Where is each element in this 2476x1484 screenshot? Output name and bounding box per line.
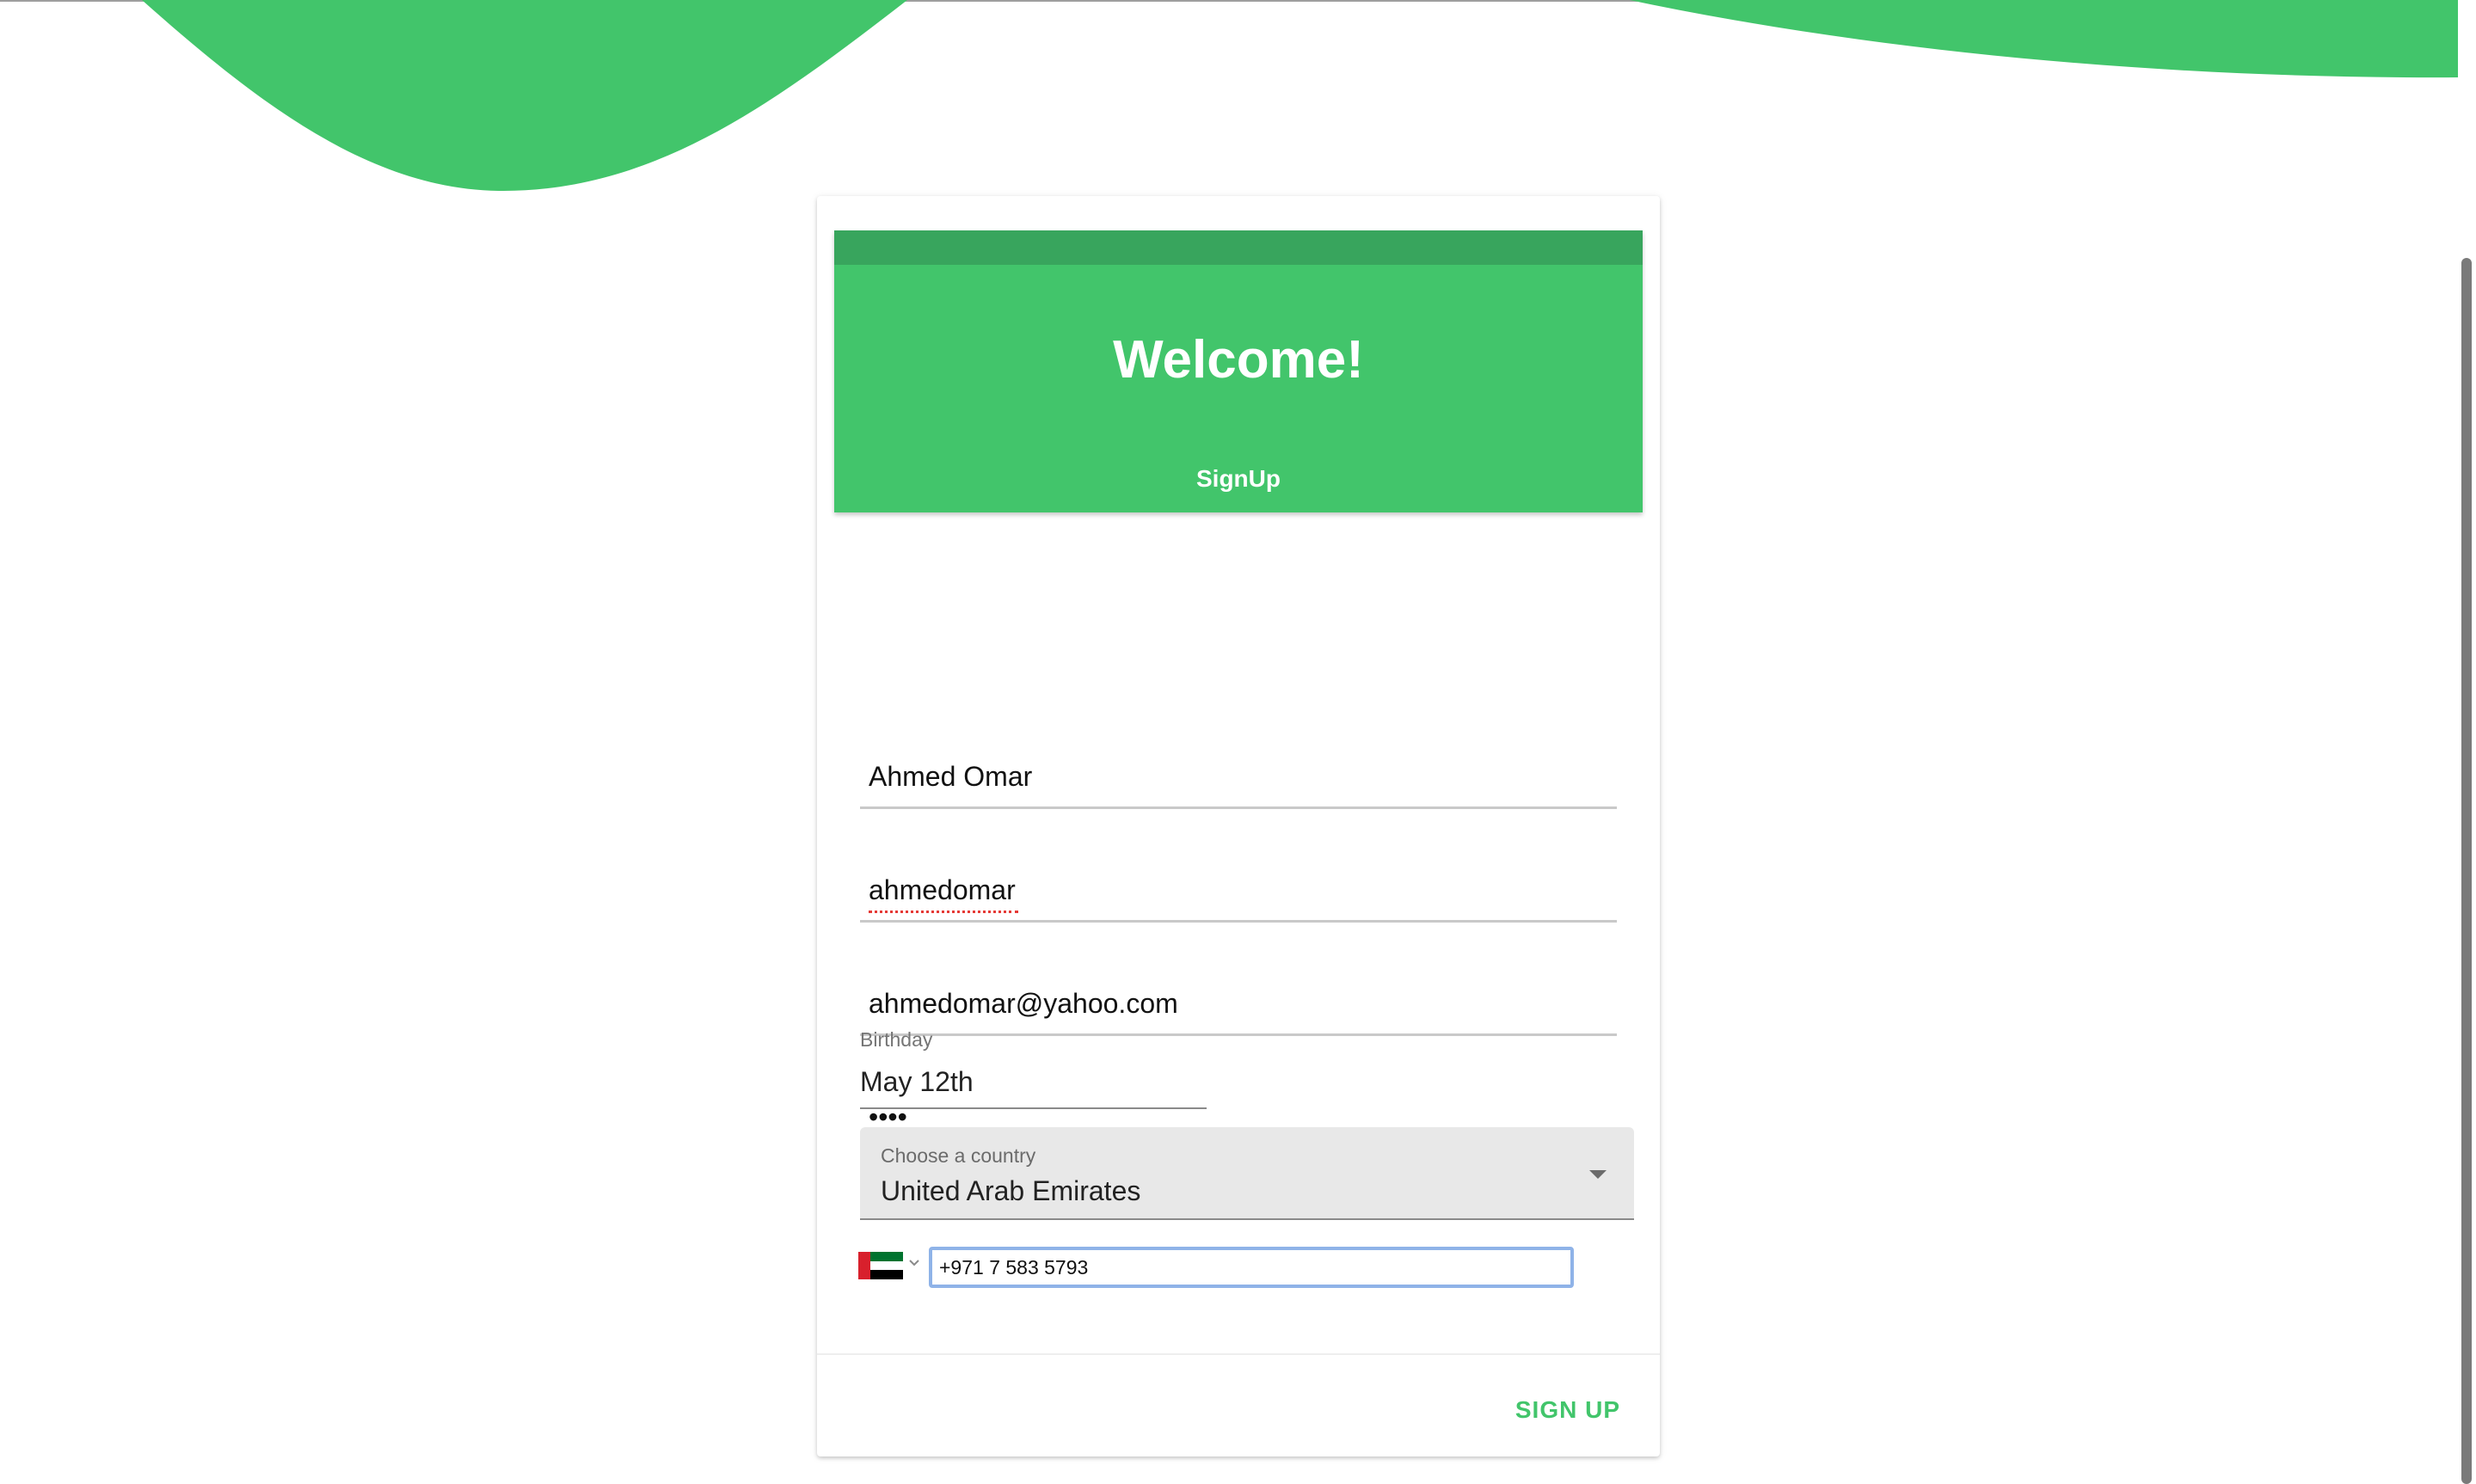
decorative-wave [142,0,2476,192]
card-header-bar [834,230,1643,265]
signup-subtitle: SignUp [1196,465,1281,492]
card-header: Welcome! SignUp [834,230,1643,512]
card-divider [817,1353,1660,1355]
country-select[interactable]: Choose a country United Arab Emirates [860,1127,1634,1220]
name-field [860,746,1617,809]
country-value: United Arab Emirates [881,1175,1141,1206]
country-code-button[interactable] [858,1248,929,1285]
email-input[interactable] [860,973,1617,1033]
email-field [860,973,1617,1036]
birthday-label: Birthday [860,1028,933,1051]
phone-input[interactable] [929,1247,1574,1288]
signup-card: Welcome! SignUp Birthday Choose a countr… [817,196,1660,1456]
uae-flag-icon [858,1252,903,1279]
spellcheck-underline [869,908,1018,913]
signup-button[interactable]: SIGN UP [1512,1384,1624,1436]
dropdown-arrow-icon [1589,1170,1607,1179]
page: Welcome! SignUp Birthday Choose a countr… [0,0,2476,1484]
welcome-title: Welcome! [1113,330,1364,389]
birthday-input[interactable] [860,1056,1207,1107]
username-field [860,860,1617,923]
birthday-field [860,1056,1207,1109]
name-input[interactable] [860,746,1617,806]
chevron-down-icon [909,1260,919,1266]
scrollbar-thumb[interactable] [2461,258,2472,1484]
country-label: Choose a country [881,1144,1036,1167]
